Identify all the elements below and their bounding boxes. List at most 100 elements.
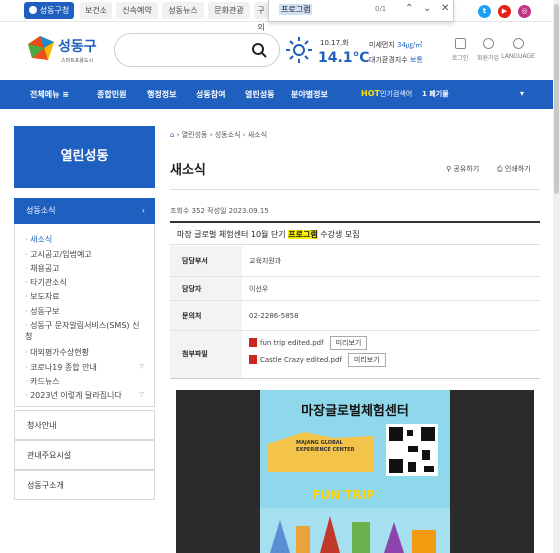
home-icon	[28, 6, 37, 14]
preview-button[interactable]: 미리보기	[329, 336, 368, 350]
attachments: fun trip edited.pdf 미리보기 Castle Crazy edi…	[242, 331, 540, 378]
page-title: 새소식	[170, 163, 206, 178]
home-icon[interactable]: ⌂	[170, 131, 174, 139]
row-value-contact: 02-2286-5858	[242, 301, 540, 331]
search-input[interactable]	[114, 33, 280, 67]
post-meta: 조회수 352 작성일 2023.09.15	[170, 207, 269, 215]
instagram-icon[interactable]: ◎	[518, 5, 531, 18]
air-label: 대기환경지수	[369, 56, 408, 64]
scrollbar[interactable]	[553, 0, 560, 553]
youtube-icon[interactable]: ▶	[498, 5, 511, 18]
logo-text: 성동구	[58, 39, 97, 55]
air-value: 보통	[409, 56, 423, 64]
globe-icon	[512, 38, 524, 49]
sidebar-item-office[interactable]: 청사안내	[14, 410, 155, 440]
nav-item-fields[interactable]: 분야별정보	[291, 89, 328, 100]
row-label-attach: 첨부파일	[170, 331, 242, 378]
landmarks-graphic	[260, 508, 450, 553]
poster-image: 마장글로벌체험센터 MAJANG GLOBAL EXPERIENCE CENTE…	[176, 390, 534, 553]
find-prev-button[interactable]: ⌃	[405, 3, 413, 14]
chevron-down-icon[interactable]: ▽	[139, 391, 144, 398]
divider	[170, 189, 540, 190]
file-link[interactable]: Castle Crazy edited.pdf	[260, 356, 342, 364]
file-link[interactable]: fun trip edited.pdf	[260, 339, 324, 347]
row-label-person: 담당자	[170, 277, 242, 301]
print-icon: ⎙	[497, 165, 503, 173]
sunny-icon	[286, 37, 312, 63]
poster-content: 마장글로벌체험센터 MAJANG GLOBAL EXPERIENCE CENTE…	[260, 390, 450, 553]
all-menu-button[interactable]: 전체메뉴 ≡	[30, 89, 69, 100]
hot-text: 인기검색어	[380, 90, 413, 98]
search-icon[interactable]	[251, 42, 267, 58]
poster-title: 마장글로벌체험센터	[301, 404, 409, 419]
nav-item-participation[interactable]: 성동참여	[196, 89, 225, 100]
sidebar-link-jobs[interactable]: 채용공고	[25, 263, 59, 274]
hot-label: HOT	[361, 89, 380, 98]
poster-fun-trip: FUN TRIP	[312, 488, 375, 502]
row-value-person: 이선우	[242, 277, 540, 301]
breadcrumb-news-section[interactable]: 성동소식	[215, 131, 241, 139]
dust-label: 미세먼지	[369, 41, 395, 49]
tab-culture[interactable]: 문화관광	[208, 2, 250, 19]
weather-date: 10.17.화	[320, 39, 349, 47]
lock-icon	[454, 38, 466, 49]
chevron-right-icon: ›	[141, 206, 145, 215]
tab-news[interactable]: 성동뉴스	[162, 2, 204, 19]
nav-item-civil[interactable]: 종합민원	[97, 89, 126, 100]
sidebar-item-about[interactable]: 성동구소개	[14, 470, 155, 500]
poster-subtitle: MAJANG GLOBAL EXPERIENCE CENTER	[296, 440, 355, 453]
chevron-down-icon[interactable]: ▾	[520, 89, 524, 98]
sidebar-link-press[interactable]: 보도자료	[25, 291, 59, 302]
scrollbar-thumb[interactable]	[554, 4, 559, 194]
sidebar-title: 열린성동	[14, 126, 155, 188]
sidebar-link-notice[interactable]: 고시공고/입법예고	[25, 249, 92, 260]
site-logo[interactable]: 성동구 스마트포용도시	[24, 34, 106, 68]
preview-button[interactable]: 미리보기	[347, 353, 386, 367]
sidebar-link-awards[interactable]: 대외평가수상현황	[25, 347, 89, 358]
attachment-item: Castle Crazy edited.pdf 미리보기	[249, 353, 540, 367]
attachment-item: fun trip edited.pdf 미리보기	[249, 336, 540, 350]
tab-council[interactable]: 구의	[254, 2, 268, 32]
person-icon	[482, 38, 494, 49]
sidebar-link-cardnews[interactable]: 카드뉴스	[25, 376, 59, 387]
find-next-button[interactable]: ⌄	[423, 3, 431, 14]
tab-health-center[interactable]: 보건소	[80, 2, 112, 19]
twitter-icon[interactable]: t	[478, 5, 491, 18]
qr-code-icon	[386, 424, 438, 476]
print-button[interactable]: ⎙ 인쇄하기	[497, 164, 531, 174]
sidebar-link-2023[interactable]: 2023년 이렇게 달라집니다	[25, 390, 122, 401]
nav-item-admin[interactable]: 행정정보	[147, 89, 176, 100]
row-label-dept: 담당부서	[170, 246, 242, 277]
share-button[interactable]: ⚲ 공유하기	[446, 164, 479, 174]
weather-temp: 14.1℃	[318, 50, 370, 66]
search-highlight: 프로그램	[288, 230, 318, 239]
sidebar-link-covid[interactable]: 코로나19 종합 안내	[25, 362, 97, 373]
main-nav: 전체메뉴 ≡ 종합민원 행정정보 성동참여 열린성동 분야별정보 HOT 인기검…	[0, 80, 560, 109]
breadcrumb-open[interactable]: 열린성동	[182, 131, 208, 139]
logo-mark-icon	[28, 36, 54, 60]
dust-value: 34㎍/㎥	[397, 41, 423, 49]
find-input[interactable]: 프로그램	[279, 4, 313, 15]
tab-seongdong[interactable]: 성동구청	[24, 2, 74, 19]
hot-rank[interactable]: 1 폐기물	[422, 89, 449, 99]
tab-reservation[interactable]: 신속예약	[116, 2, 158, 19]
sidebar-link-news[interactable]: 새소식	[25, 234, 52, 245]
find-in-page-bar: 프로그램 0/1 ⌃ ⌄ ✕	[268, 0, 454, 22]
blog-icon[interactable]: b	[459, 5, 472, 18]
post-title: 마장 글로벌 체험센터 10월 단기 프로그램 수강생 모집	[170, 225, 540, 245]
pdf-icon	[249, 338, 257, 347]
sidebar-link-other[interactable]: 타기관소식	[25, 277, 67, 288]
sidebar-link-bulletin[interactable]: 성동구보	[25, 306, 59, 317]
sidebar-item-facilities[interactable]: 관내주요시설	[14, 440, 155, 470]
nav-item-open[interactable]: 열린성동	[245, 89, 274, 100]
sidebar-section[interactable]: 성동소식 ›	[14, 198, 155, 224]
pdf-icon	[249, 355, 257, 364]
find-count: 0/1	[375, 5, 387, 13]
language-button[interactable]: LANGUAGE	[500, 38, 536, 60]
breadcrumb: ⌂ › 열린성동 › 성동소식 › 새소식	[170, 131, 268, 139]
find-close-button[interactable]: ✕	[441, 3, 449, 14]
sidebar-link-sms[interactable]: 성동구 문자알림서비스(SMS) 신청	[25, 320, 145, 342]
breadcrumb-current: 새소식	[247, 131, 268, 139]
row-label-contact: 문의처	[170, 301, 242, 331]
chevron-down-icon[interactable]: ▽	[139, 363, 144, 370]
